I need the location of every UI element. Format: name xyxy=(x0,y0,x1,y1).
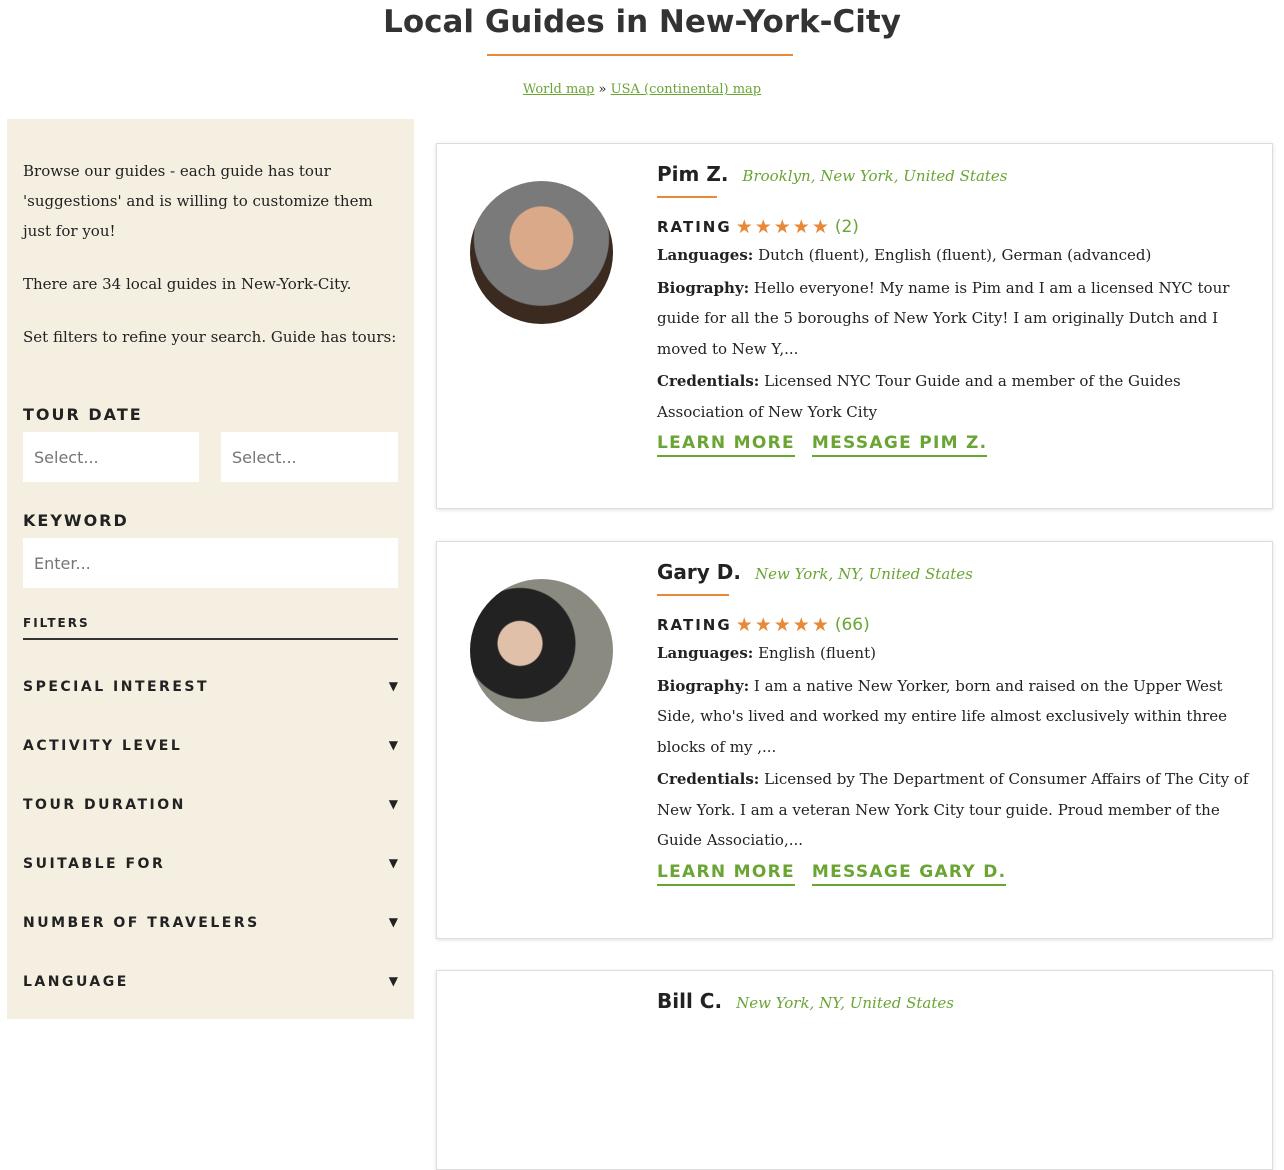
filter-sidebar: Browse our guides - each guide has tour … xyxy=(7,119,414,1019)
usa-map-link[interactable]: USA (continental) map xyxy=(611,82,762,97)
keyword-input[interactable] xyxy=(23,538,398,588)
guide-name[interactable]: Gary D. xyxy=(657,560,741,584)
filter-number-of-travelers[interactable]: NUMBER OF TRAVELERS ▼ xyxy=(23,915,398,931)
rating-label: RATING xyxy=(657,616,732,634)
dropdown-arrow-icon: ▼ xyxy=(388,738,398,752)
dropdown-arrow-icon: ▼ xyxy=(388,679,398,693)
rating: RATING ★★★★★ (2) xyxy=(657,216,1252,238)
guide-name[interactable]: Pim Z. xyxy=(657,162,728,186)
filter-label: LANGUAGE xyxy=(23,974,129,990)
review-count[interactable]: (66) xyxy=(835,615,870,635)
guide-count: There are 34 local guides in New-York-Ci… xyxy=(23,275,352,293)
dropdown-arrow-icon: ▼ xyxy=(388,797,398,811)
dropdown-arrow-icon: ▼ xyxy=(388,915,398,929)
biography: Biography: I am a native New Yorker, bor… xyxy=(657,676,1228,756)
date-to-input[interactable] xyxy=(221,432,398,482)
name-divider xyxy=(657,594,729,596)
guide-location: New York, NY, United States xyxy=(754,565,973,583)
languages: Languages: Dutch (fluent), English (flue… xyxy=(657,246,1152,264)
tour-date-label: TOUR DATE xyxy=(23,405,143,424)
page-title: Local Guides in New-York-City xyxy=(383,4,901,40)
message-guide-link[interactable]: MESSAGE GARY D. xyxy=(811,862,1007,886)
guide-location: Brooklyn, New York, United States xyxy=(742,167,1008,185)
filter-label: TOUR DURATION xyxy=(23,797,186,813)
intro-text: Browse our guides - each guide has tour … xyxy=(23,162,373,240)
filter-special-interest[interactable]: SPECIAL INTEREST ▼ xyxy=(23,679,398,695)
learn-more-link[interactable]: LEARN MORE xyxy=(657,433,795,457)
filter-label: ACTIVITY LEVEL xyxy=(23,738,183,754)
guide-name[interactable]: Bill C. xyxy=(657,989,722,1013)
dropdown-arrow-icon: ▼ xyxy=(388,974,398,988)
star-icons: ★★★★★ xyxy=(735,216,831,238)
filter-tour-duration[interactable]: TOUR DURATION ▼ xyxy=(23,797,398,813)
dropdown-arrow-icon: ▼ xyxy=(388,856,398,870)
filter-activity-level[interactable]: ACTIVITY LEVEL ▼ xyxy=(23,738,398,754)
credentials: Credentials: Licensed by The Department … xyxy=(657,770,1249,849)
biography: Biography: Hello everyone! My name is Pi… xyxy=(657,278,1230,358)
avatar[interactable] xyxy=(470,181,613,324)
filter-hint: Set filters to refine your search. Guide… xyxy=(23,328,397,346)
avatar[interactable] xyxy=(470,579,613,722)
credentials: Credentials: Licensed NYC Tour Guide and… xyxy=(657,372,1181,421)
message-guide-link[interactable]: MESSAGE PIM Z. xyxy=(811,433,988,457)
guide-card: Gary D. New York, NY, United States RATIN… xyxy=(436,541,1273,939)
title-divider xyxy=(487,54,793,56)
date-from-input[interactable] xyxy=(23,432,199,482)
world-map-link[interactable]: World map xyxy=(523,82,595,97)
guide-card: Pim Z. Brooklyn, New York, United States … xyxy=(436,143,1273,509)
filter-label: NUMBER OF TRAVELERS xyxy=(23,915,260,931)
review-count[interactable]: (2) xyxy=(835,217,859,237)
languages: Languages: English (fluent) xyxy=(657,644,876,662)
filter-suitable-for[interactable]: SUITABLE FOR ▼ xyxy=(23,856,398,872)
rating: RATING ★★★★★ (66) xyxy=(657,614,1252,636)
learn-more-link[interactable]: LEARN MORE xyxy=(657,862,795,886)
keyword-label: KEYWORD xyxy=(23,511,129,530)
filter-label: SUITABLE FOR xyxy=(23,856,166,872)
rating-label: RATING xyxy=(657,218,732,236)
filter-language[interactable]: LANGUAGE ▼ xyxy=(23,974,398,990)
breadcrumb-separator: » xyxy=(598,82,607,97)
filters-heading: FILTERS xyxy=(23,616,398,640)
star-icons: ★★★★★ xyxy=(735,614,831,636)
filter-label: SPECIAL INTEREST xyxy=(23,679,210,695)
guide-card: Bill C. New York, NY, United States xyxy=(436,970,1273,1170)
guide-location: New York, NY, United States xyxy=(736,994,954,1012)
breadcrumb: World map » USA (continental) map xyxy=(0,82,1284,97)
name-divider xyxy=(657,196,717,198)
